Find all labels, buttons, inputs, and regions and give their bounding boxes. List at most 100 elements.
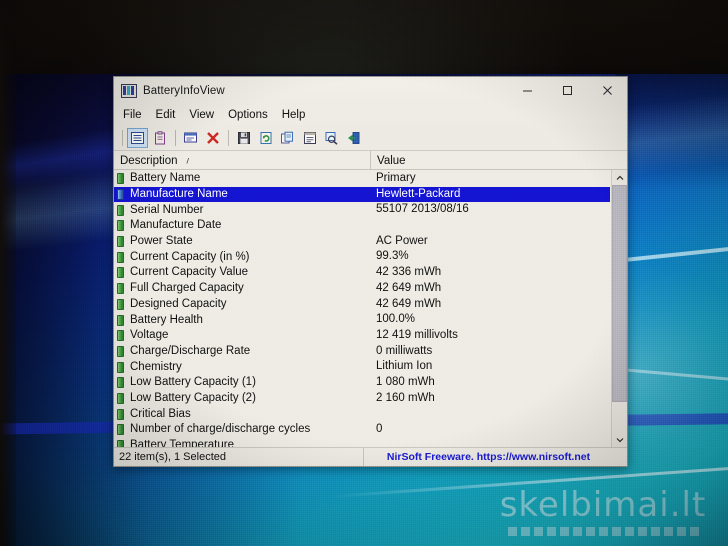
row-description-label: Current Capacity Value	[130, 266, 249, 279]
status-bar: 22 item(s), 1 Selected NirSoft Freeware.…	[114, 447, 627, 466]
row-description-label: Serial Number	[130, 203, 204, 216]
row-description-label: Designed Capacity	[130, 297, 227, 310]
menu-item-file[interactable]: File	[123, 108, 151, 122]
exit-icon[interactable]	[343, 128, 364, 148]
toolbar-separator	[122, 129, 123, 146]
menu-item-edit[interactable]: Edit	[156, 108, 185, 122]
monitor-bezel-top	[0, 0, 728, 74]
row-description-cell: Designed Capacity	[114, 297, 370, 313]
row-description-cell: Serial Number	[114, 202, 370, 218]
menu-bar: File Edit View Options Help	[114, 104, 627, 125]
row-value-cell: 12 419 millivolts	[376, 328, 458, 341]
row-description-label: Manufacture Date	[130, 219, 222, 232]
battery-icon	[117, 314, 124, 326]
scroll-up-button[interactable]	[612, 170, 627, 185]
table-row[interactable]: Full Charged Capacity 42 649 mWh	[114, 281, 611, 297]
minimize-button[interactable]	[507, 77, 547, 104]
scroll-down-button[interactable]	[612, 432, 627, 447]
row-value-cell: 42 336 mWh	[376, 266, 442, 279]
table-row[interactable]: Low Battery Capacity (1) 1 080 mWh	[114, 375, 611, 391]
row-value-cell: 1 080 mWh	[376, 375, 435, 388]
row-description-cell: Low Battery Capacity (2)	[114, 391, 370, 407]
table-row[interactable]: Low Battery Capacity (2) 2 160 mWh	[114, 391, 611, 407]
window-title: BatteryInfoView	[143, 84, 225, 97]
row-value-cell: 42 649 mWh	[376, 281, 442, 294]
refresh-icon[interactable]	[255, 128, 276, 148]
row-description-cell: Current Capacity (in %)	[114, 249, 370, 265]
scrollbar-thumb[interactable]	[612, 185, 627, 403]
battery-icon	[117, 424, 124, 436]
table-row[interactable]: Power State AC Power	[114, 234, 611, 250]
table-row[interactable]: Current Capacity Value 42 336 mWh	[114, 265, 611, 281]
clipboard-icon[interactable]	[149, 128, 170, 148]
row-description-label: Battery Health	[130, 313, 203, 326]
table-row[interactable]: Manufacture Name Hewlett-Packard	[114, 186, 611, 203]
row-value-cell: 55107 2013/08/16	[376, 203, 469, 216]
column-header-value[interactable]: Value	[370, 151, 610, 169]
list-body: Battery Name Primary Manufacture Name He…	[114, 170, 627, 447]
row-description-label: Charge/Discharge Rate	[130, 344, 251, 357]
menu-item-view[interactable]: View	[189, 108, 223, 122]
battery-icon	[117, 361, 124, 373]
toolbar-separator	[228, 129, 229, 146]
list-rows: Battery Name Primary Manufacture Name He…	[114, 170, 611, 447]
details-list: Description / Value Battery Name Primary	[114, 151, 627, 447]
table-row[interactable]: Manufacture Date	[114, 218, 611, 234]
row-description-cell: Manufacture Name	[114, 186, 370, 203]
table-row[interactable]: Chemistry Lithium Ion	[114, 359, 611, 375]
row-description-label: Full Charged Capacity	[130, 282, 244, 295]
row-description-label: Battery Name	[130, 172, 201, 185]
table-row[interactable]: Current Capacity (in %) 99.3%	[114, 249, 611, 265]
table-row[interactable]: Battery Name Primary	[114, 171, 611, 187]
status-credit-link[interactable]: NirSoft Freeware. https://www.nirsoft.ne…	[364, 451, 627, 463]
table-row[interactable]: Battery Health 100.0%	[114, 312, 611, 328]
row-value-cell: Lithium Ion	[376, 360, 433, 373]
row-description-label: Low Battery Capacity (1)	[130, 376, 256, 389]
scrollbar-track[interactable]	[612, 185, 627, 432]
toolbar-separator	[175, 129, 176, 146]
monitor-photo: skelbimai.lt BatteryInfoView File Edit V…	[0, 0, 728, 546]
table-row[interactable]: Charge/Discharge Rate 0 milliwatts	[114, 344, 611, 360]
row-value-cell	[370, 218, 610, 234]
table-row[interactable]: Critical Bias	[114, 406, 611, 422]
close-button[interactable]	[587, 77, 627, 104]
battery-icon	[117, 330, 124, 342]
row-description-cell: Voltage	[114, 328, 370, 344]
vertical-scrollbar[interactable]	[611, 170, 627, 447]
site-watermark: skelbimai.lt	[488, 488, 718, 536]
copy-icon[interactable]	[277, 128, 298, 148]
watermark-text: skelbimai.lt	[499, 485, 707, 525]
maximize-button[interactable]	[547, 77, 587, 104]
html-report-icon[interactable]	[180, 128, 201, 148]
menu-item-help[interactable]: Help	[282, 108, 315, 122]
battery-icon	[117, 204, 124, 216]
row-description-label: Critical Bias	[130, 407, 191, 420]
watermark-blocks	[488, 527, 718, 536]
row-description-label: Power State	[130, 235, 193, 248]
title-bar[interactable]: BatteryInfoView	[114, 77, 627, 104]
table-row[interactable]: Battery Temperature	[114, 438, 611, 447]
column-header-description[interactable]: Description /	[114, 151, 370, 169]
table-row[interactable]: Designed Capacity 42 649 mWh	[114, 297, 611, 313]
row-description-label: Chemistry	[130, 360, 182, 373]
row-value-cell: 2 160 mWh	[376, 391, 435, 404]
table-row[interactable]: Number of charge/discharge cycles 0	[114, 422, 611, 438]
battery-icon	[117, 220, 124, 232]
table-row[interactable]: Voltage 12 419 millivolts	[114, 328, 611, 344]
properties-view-icon[interactable]	[127, 127, 148, 148]
battery-icon	[117, 345, 124, 357]
batteryinfoview-window: BatteryInfoView File Edit View Options H…	[113, 76, 628, 467]
row-description-cell: Low Battery Capacity (1)	[114, 375, 370, 391]
row-description-cell: Power State	[114, 234, 370, 250]
find-icon[interactable]	[321, 128, 342, 148]
save-icon[interactable]	[233, 128, 254, 148]
table-row[interactable]: Serial Number 55107 2013/08/16	[114, 202, 611, 218]
item-properties-icon[interactable]	[299, 128, 320, 148]
menu-item-options[interactable]: Options	[228, 108, 277, 122]
delete-icon[interactable]	[202, 128, 223, 148]
status-item-count: 22 item(s), 1 Selected	[114, 448, 364, 466]
row-description-label: Voltage	[130, 329, 169, 342]
row-value-cell	[370, 438, 610, 447]
row-description-cell: Battery Name	[114, 171, 370, 187]
row-description-label: Current Capacity (in %)	[130, 250, 250, 263]
